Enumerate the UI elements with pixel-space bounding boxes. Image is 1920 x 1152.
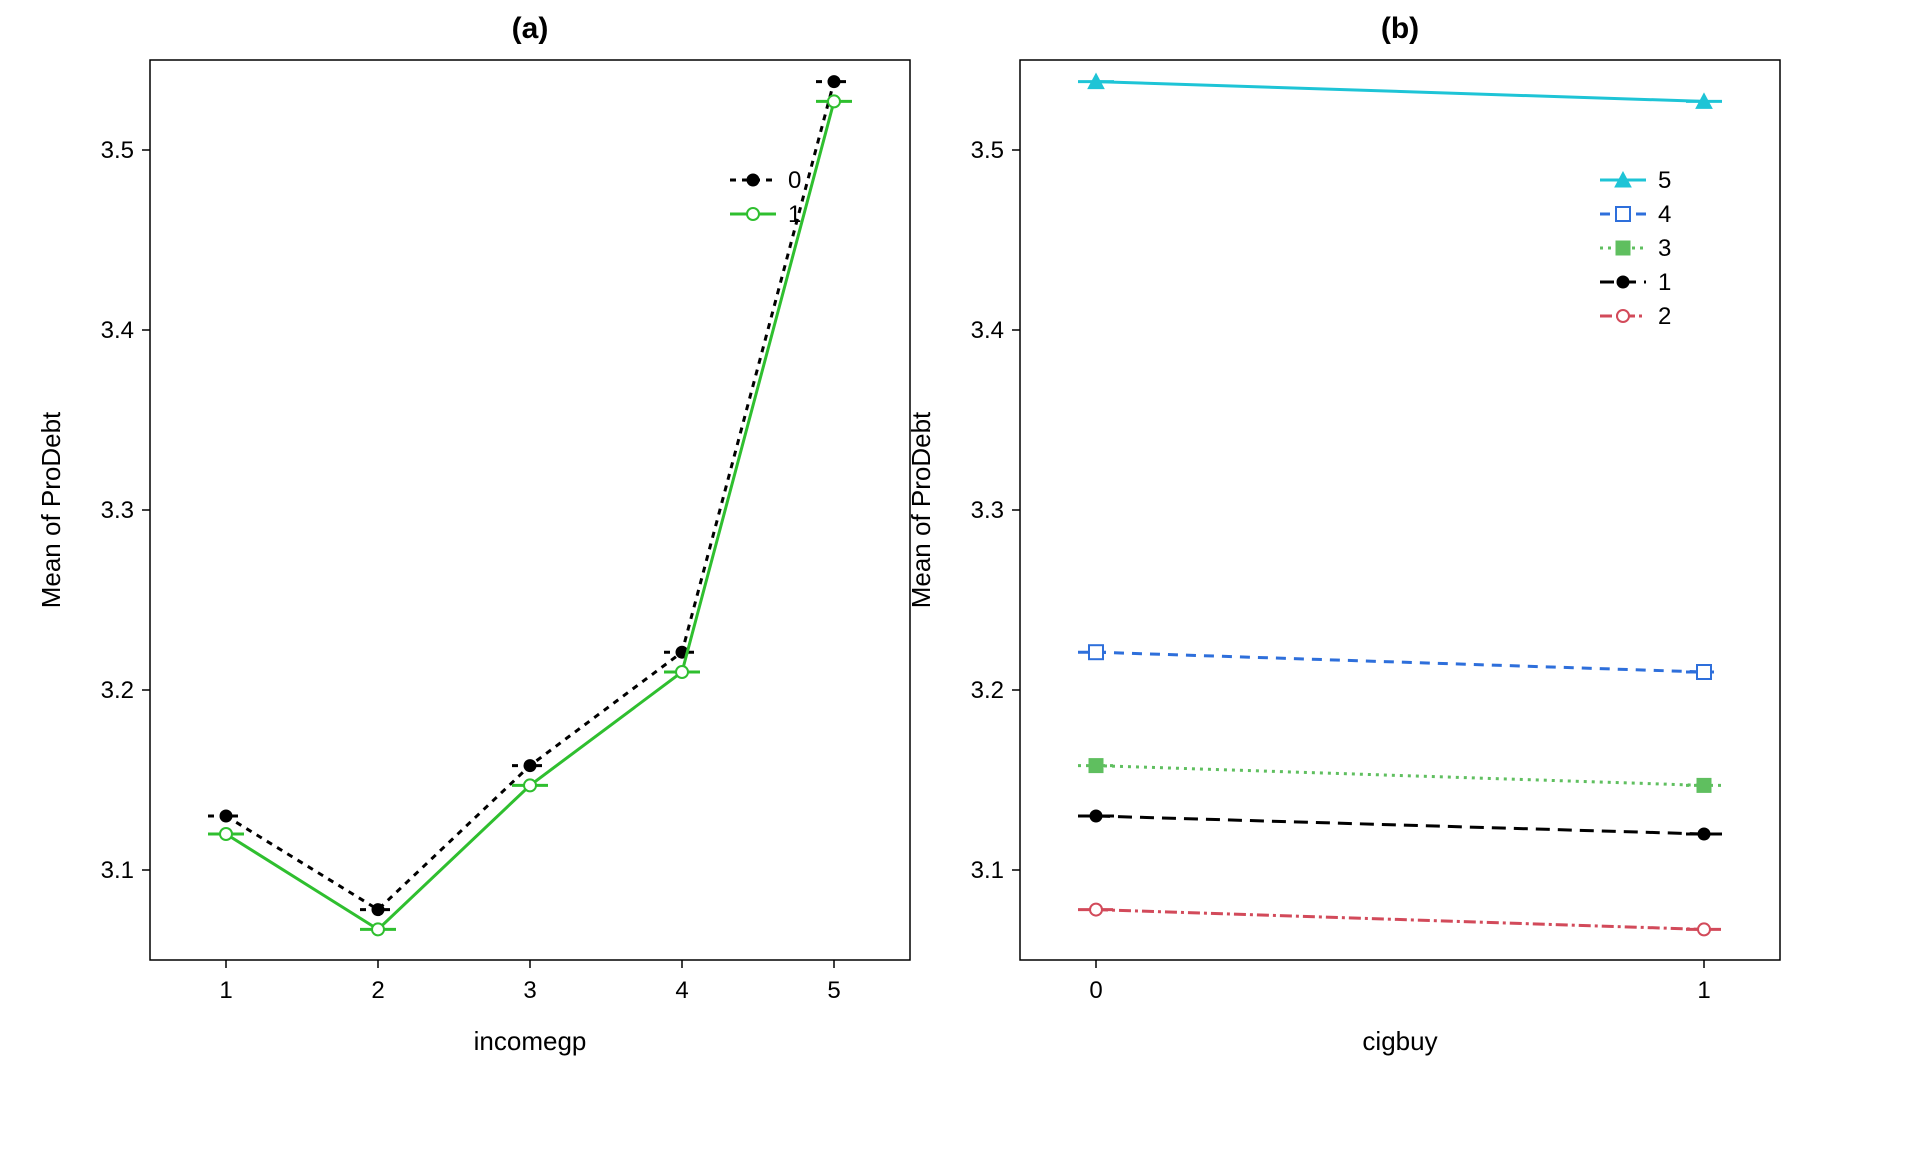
series-line [226, 101, 834, 929]
series-line [1096, 766, 1704, 786]
y-axis-label: Mean of ProDebt [36, 411, 66, 608]
series-line [1096, 652, 1704, 672]
y-axis-label: Mean of ProDebt [906, 411, 936, 608]
legend: 5 4 3 1 2 [1600, 167, 1671, 330]
chart-title: (a) [512, 12, 549, 45]
legend-item: 4 [1600, 201, 1671, 228]
panel-b: (b) 3.1 3.2 3.3 3.4 3.5 0 1 cigbuy Mean of ProDeb… [906, 12, 1780, 1056]
x-axis-label: cigbuy [1362, 1026, 1437, 1056]
y-tick-label: 3.2 [101, 677, 134, 704]
x-tick-label: 5 [827, 977, 840, 1004]
series-line [1096, 816, 1704, 834]
legend: 01 [730, 167, 801, 228]
y-tick-label: 3.4 [971, 317, 1004, 344]
x-axis-label: incomegp [474, 1026, 587, 1056]
x-tick-label: 2 [371, 977, 384, 1004]
legend-label: 5 [1658, 167, 1671, 194]
legend-label: 1 [788, 201, 801, 228]
chart-title: (b) [1381, 12, 1419, 45]
x-tick-label: 1 [1697, 977, 1710, 1004]
page: (a) 3.1 3.2 3.3 3.4 3.5 1 2 3 4 5 incomegp Mean of P… [0, 0, 1920, 1152]
legend-item: 3 [1600, 235, 1671, 262]
y-tick-label: 3.3 [971, 497, 1004, 524]
y-tick-label: 3.5 [971, 137, 1004, 164]
legend-item: 1 [1600, 269, 1671, 296]
legend-label: 4 [1658, 201, 1671, 228]
plot-border [1020, 60, 1780, 960]
legend-label: 3 [1658, 235, 1671, 262]
legend-item: 1 [730, 201, 801, 228]
legend-label: 0 [788, 167, 801, 194]
y-tick-label: 3.1 [971, 857, 1004, 884]
legend-label: 2 [1658, 303, 1671, 330]
panel-a: (a) 3.1 3.2 3.3 3.4 3.5 1 2 3 4 5 incomegp Mean of P… [36, 12, 910, 1056]
y-tick-label: 3.5 [101, 137, 134, 164]
legend-item: 2 [1600, 303, 1671, 330]
plot-border [150, 60, 910, 960]
y-tick-label: 3.4 [101, 317, 134, 344]
chart-canvas: (a) 3.1 3.2 3.3 3.4 3.5 1 2 3 4 5 incomegp Mean of P… [0, 0, 1920, 1152]
series-line [1096, 910, 1704, 930]
legend-item: 5 [1600, 167, 1671, 194]
x-tick-label: 4 [675, 977, 688, 1004]
y-tick-label: 3.2 [971, 677, 1004, 704]
y-tick-label: 3.1 [101, 857, 134, 884]
x-tick-label: 0 [1089, 977, 1102, 1004]
legend-item: 0 [730, 167, 801, 194]
series-line [1096, 82, 1704, 102]
legend-label: 1 [1658, 269, 1671, 296]
x-tick-label: 3 [523, 977, 536, 1004]
y-tick-label: 3.3 [101, 497, 134, 524]
x-tick-label: 1 [219, 977, 232, 1004]
